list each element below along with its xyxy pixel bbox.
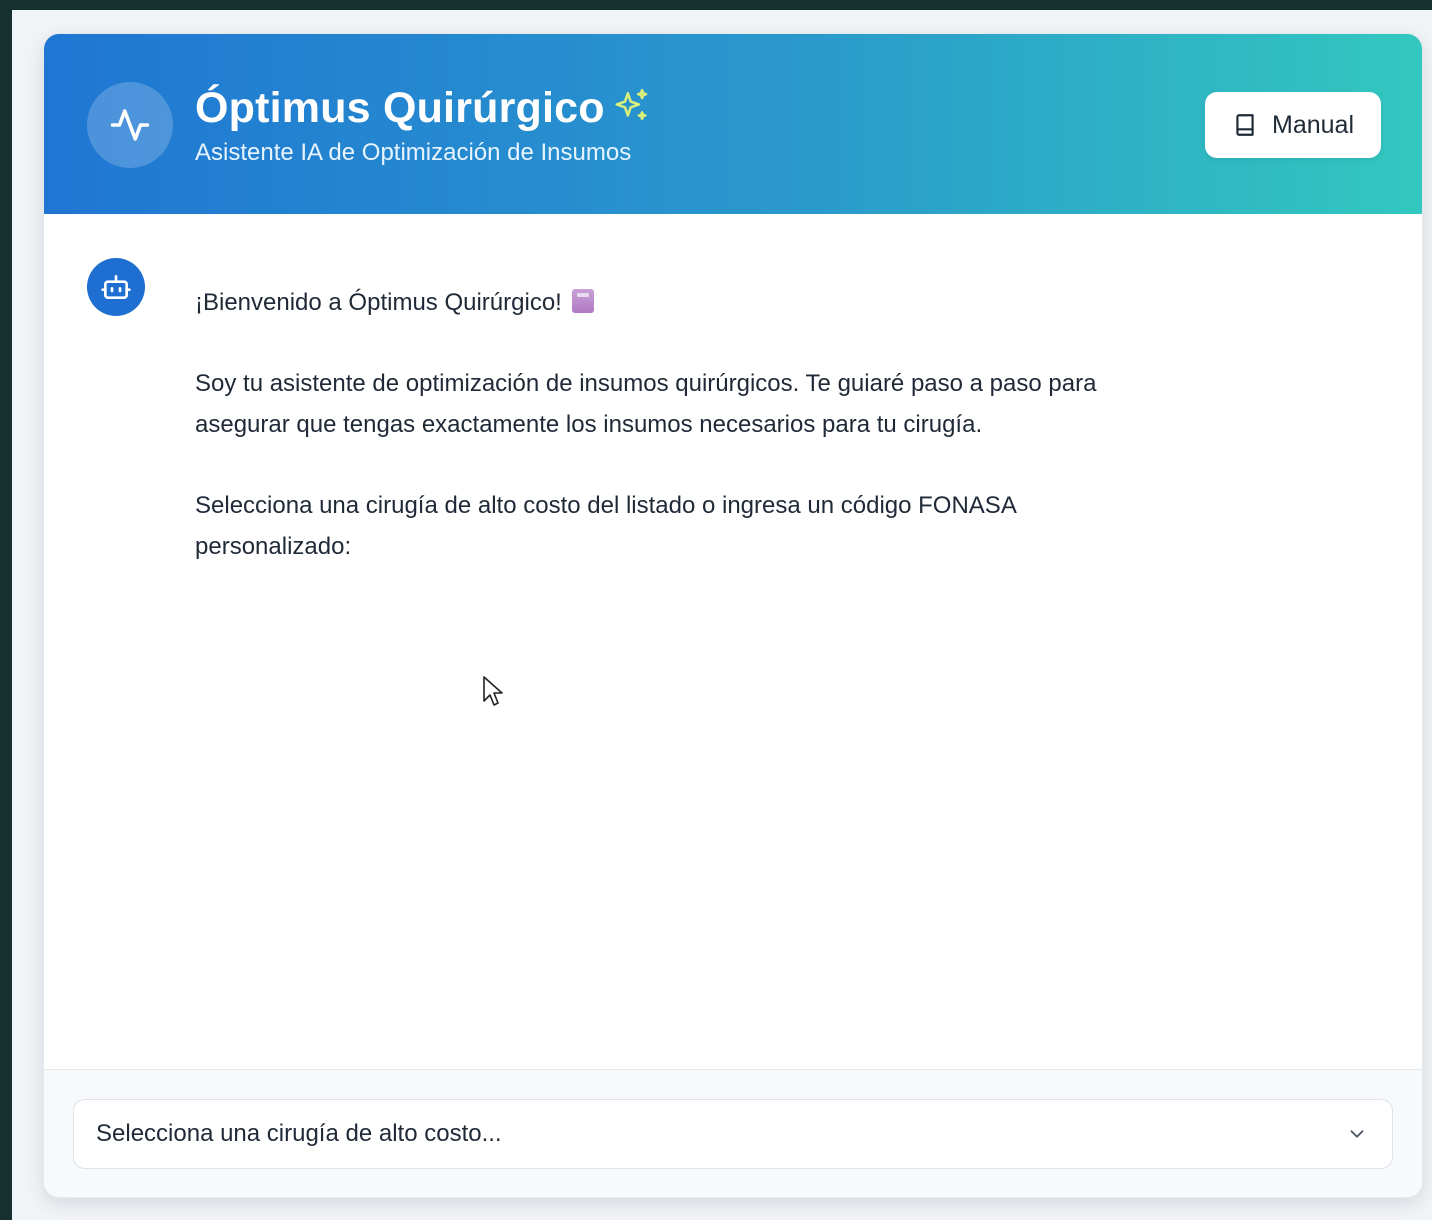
app-header: Óptimus Quirúrgico Asistente IA de Optim… xyxy=(44,34,1422,214)
manual-button-label: Manual xyxy=(1272,110,1354,139)
surgery-select-value: Selecciona una cirugía de alto costo... xyxy=(96,1120,502,1147)
chat-footer: Selecciona una cirugía de alto costo... xyxy=(44,1069,1422,1197)
message-paragraph-2: Selecciona una cirugía de alto costo del… xyxy=(195,492,1016,560)
activity-pulse-icon xyxy=(87,82,173,168)
message-greeting: ¡Bienvenido a Óptimus Quirúrgico! xyxy=(195,289,562,316)
chevron-down-icon xyxy=(1350,1130,1364,1138)
bot-message: ¡Bienvenido a Óptimus Quirúrgico! Soy tu… xyxy=(195,282,1175,607)
bot-icon xyxy=(87,258,145,316)
app-card: Óptimus Quirúrgico Asistente IA de Optim… xyxy=(43,33,1423,1198)
message-greeting-line: ¡Bienvenido a Óptimus Quirúrgico! xyxy=(195,282,1175,323)
app-subtitle: Asistente IA de Optimización de Insumos xyxy=(195,139,632,166)
surgery-select[interactable]: Selecciona una cirugía de alto costo... xyxy=(73,1099,1393,1169)
manual-button[interactable]: Manual xyxy=(1205,92,1381,158)
sparkles-icon xyxy=(615,88,648,120)
emoji-icon xyxy=(571,289,594,313)
chat-messages: ¡Bienvenido a Óptimus Quirúrgico! Soy tu… xyxy=(44,214,1422,1069)
app-title: Óptimus Quirúrgico xyxy=(195,84,605,132)
book-icon xyxy=(1236,114,1254,136)
mouse-cursor-icon xyxy=(483,676,503,706)
message-paragraph-1: Soy tu asistente de optimización de insu… xyxy=(195,370,1097,438)
